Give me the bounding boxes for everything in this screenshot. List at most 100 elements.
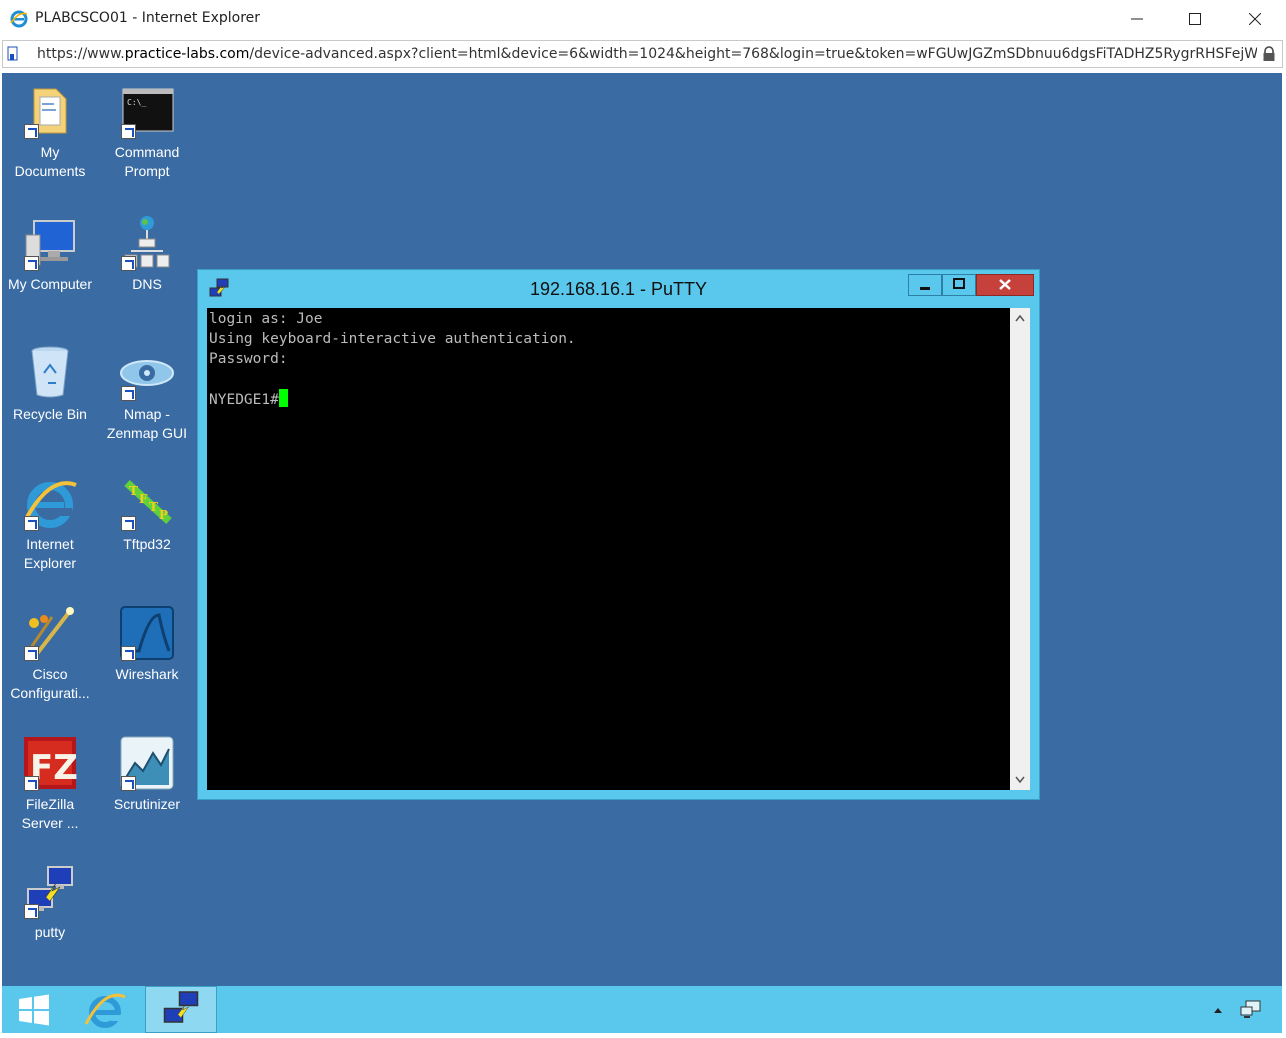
desktop-icon-label: Tftpd32 [123, 536, 171, 552]
filezilla-icon: FZ [22, 735, 78, 791]
command-prompt-icon: C:\_ [119, 83, 175, 139]
desktop-icon-label: Command Prompt [114, 144, 180, 179]
minimize-icon [920, 287, 930, 290]
svg-text:F: F [139, 492, 148, 506]
putty-icon [22, 863, 78, 919]
desktop-icon-label: Wireshark [115, 666, 179, 682]
network-icon [1240, 1000, 1261, 1018]
desktop-icon-label: DNS [132, 276, 162, 292]
start-button[interactable] [2, 986, 66, 1033]
svg-text:P: P [159, 508, 168, 522]
taskbar [2, 986, 1282, 1033]
wireshark-icon [119, 605, 175, 661]
desktop-icon-internet-explorer[interactable]: Internet Explorer [2, 475, 98, 573]
nmap-icon [119, 345, 175, 401]
desktop-icon-label: putty [34, 924, 66, 940]
svg-text:T: T [149, 500, 158, 514]
shortcut-arrow-icon [121, 516, 136, 531]
desktop-icon-label: My Documents [14, 144, 86, 179]
minimize-icon [1131, 18, 1143, 20]
putty-minimize-button[interactable] [908, 274, 942, 296]
shortcut-arrow-icon [24, 124, 39, 139]
folder-icon [22, 83, 78, 139]
chevron-down-icon [1015, 776, 1025, 784]
cisco-config-icon [22, 605, 78, 661]
desktop-icon-recycle-bin[interactable]: Recycle Bin [2, 345, 98, 424]
remote-desktop: My Documents C:\_ Command Prompt My Comp… [2, 73, 1282, 986]
terminal-prompt: NYEDGE1# [209, 392, 279, 408]
shortcut-arrow-icon [24, 516, 39, 531]
maximize-icon [1189, 13, 1201, 25]
shortcut-arrow-icon [121, 386, 136, 401]
svg-text:C:\_: C:\_ [127, 98, 146, 107]
shortcut-arrow-icon [121, 124, 136, 139]
chevron-up-icon [1015, 314, 1025, 322]
desktop-icon-label: Internet Explorer [23, 536, 77, 571]
desktop-icon-scrutinizer[interactable]: Scrutinizer [99, 735, 195, 814]
network-tray-button[interactable] [1236, 986, 1266, 1033]
desktop-icon-command-prompt[interactable]: C:\_ Command Prompt [99, 83, 195, 181]
start-icon [19, 994, 49, 1025]
desktop-icon-label: My Computer [7, 276, 93, 292]
page-icon [7, 46, 18, 61]
url-prefix: https://www. [37, 46, 125, 62]
dns-icon [119, 215, 175, 271]
putty-window[interactable]: 192.168.16.1 - PuTTY login as: Joe Using … [197, 269, 1040, 800]
desktop-icon-label: FileZilla Server ... [21, 796, 79, 831]
desktop-icon-my-computer[interactable]: My Computer [2, 215, 98, 294]
desktop-icon-label: Cisco Configurati... [10, 666, 90, 701]
shortcut-arrow-icon [24, 776, 39, 791]
url-host: practice-labs.com [124, 46, 250, 62]
shortcut-arrow-icon [121, 776, 136, 791]
browser-window-title: PLABCSCO01 - Internet Explorer [35, 10, 261, 26]
desktop-icon-putty[interactable]: putty [2, 863, 98, 942]
desktop-icon-label: Scrutinizer [113, 796, 181, 812]
putty-close-button[interactable] [976, 274, 1034, 296]
desktop-icon-my-documents[interactable]: My Documents [2, 83, 98, 181]
address-bar[interactable]: https://www.practice-labs.com/device-adv… [2, 40, 1283, 68]
taskbar-putty[interactable] [145, 986, 217, 1033]
desktop-icon-label: Recycle Bin [13, 406, 87, 422]
close-button[interactable] [1226, 0, 1284, 38]
tftpd-icon: T F T P [119, 475, 175, 531]
desktop-icon-dns[interactable]: DNS [99, 215, 195, 294]
scroll-up-button[interactable] [1010, 308, 1030, 328]
putty-maximize-button[interactable] [942, 274, 976, 296]
shortcut-arrow-icon [121, 646, 136, 661]
terminal-line: login as: Joe [209, 311, 323, 327]
terminal-prompt-line: NYEDGE1# [209, 389, 1008, 410]
shortcut-arrow-icon [24, 904, 39, 919]
ie-icon [10, 10, 28, 28]
internet-explorer-icon [84, 993, 126, 1028]
terminal-line: Password: [209, 351, 288, 367]
putty-terminal[interactable]: login as: Joe Using keyboard-interactive … [207, 308, 1010, 790]
address-url[interactable]: https://www.practice-labs.com/device-adv… [37, 46, 1257, 62]
shortcut-arrow-icon [24, 256, 39, 271]
scrutinizer-icon [119, 735, 175, 791]
shortcut-arrow-icon [121, 256, 136, 271]
desktop-icon-wireshark[interactable]: Wireshark [99, 605, 195, 684]
minimize-button[interactable] [1108, 0, 1166, 38]
putty-icon [163, 990, 199, 1023]
shortcut-arrow-icon [24, 646, 39, 661]
lock-icon[interactable] [1262, 46, 1276, 62]
recycle-bin-icon [22, 345, 78, 401]
show-hidden-icons-button[interactable] [1206, 986, 1230, 1033]
terminal-cursor [278, 389, 288, 407]
desktop-icon-cisco-configuration[interactable]: Cisco Configurati... [2, 605, 98, 703]
desktop-icon-nmap[interactable]: Nmap - Zenmap GUI [99, 345, 195, 443]
internet-explorer-icon [22, 475, 78, 531]
putty-scrollbar[interactable] [1010, 308, 1030, 790]
show-hidden-icons-icon [1214, 1007, 1222, 1013]
maximize-icon [953, 278, 965, 289]
desktop-icon-tftpd32[interactable]: T F T P Tftpd32 [99, 475, 195, 554]
desktop-icon-filezilla-server[interactable]: FZ FileZilla Server ... [2, 735, 98, 833]
close-icon [999, 279, 1011, 290]
svg-text:T: T [129, 484, 138, 498]
taskbar-internet-explorer[interactable] [74, 986, 136, 1033]
browser-titlebar: PLABCSCO01 - Internet Explorer [0, 0, 1286, 38]
maximize-button[interactable] [1166, 0, 1224, 38]
terminal-line: Using keyboard-interactive authenticatio… [209, 331, 576, 347]
scroll-down-button[interactable] [1010, 770, 1030, 790]
